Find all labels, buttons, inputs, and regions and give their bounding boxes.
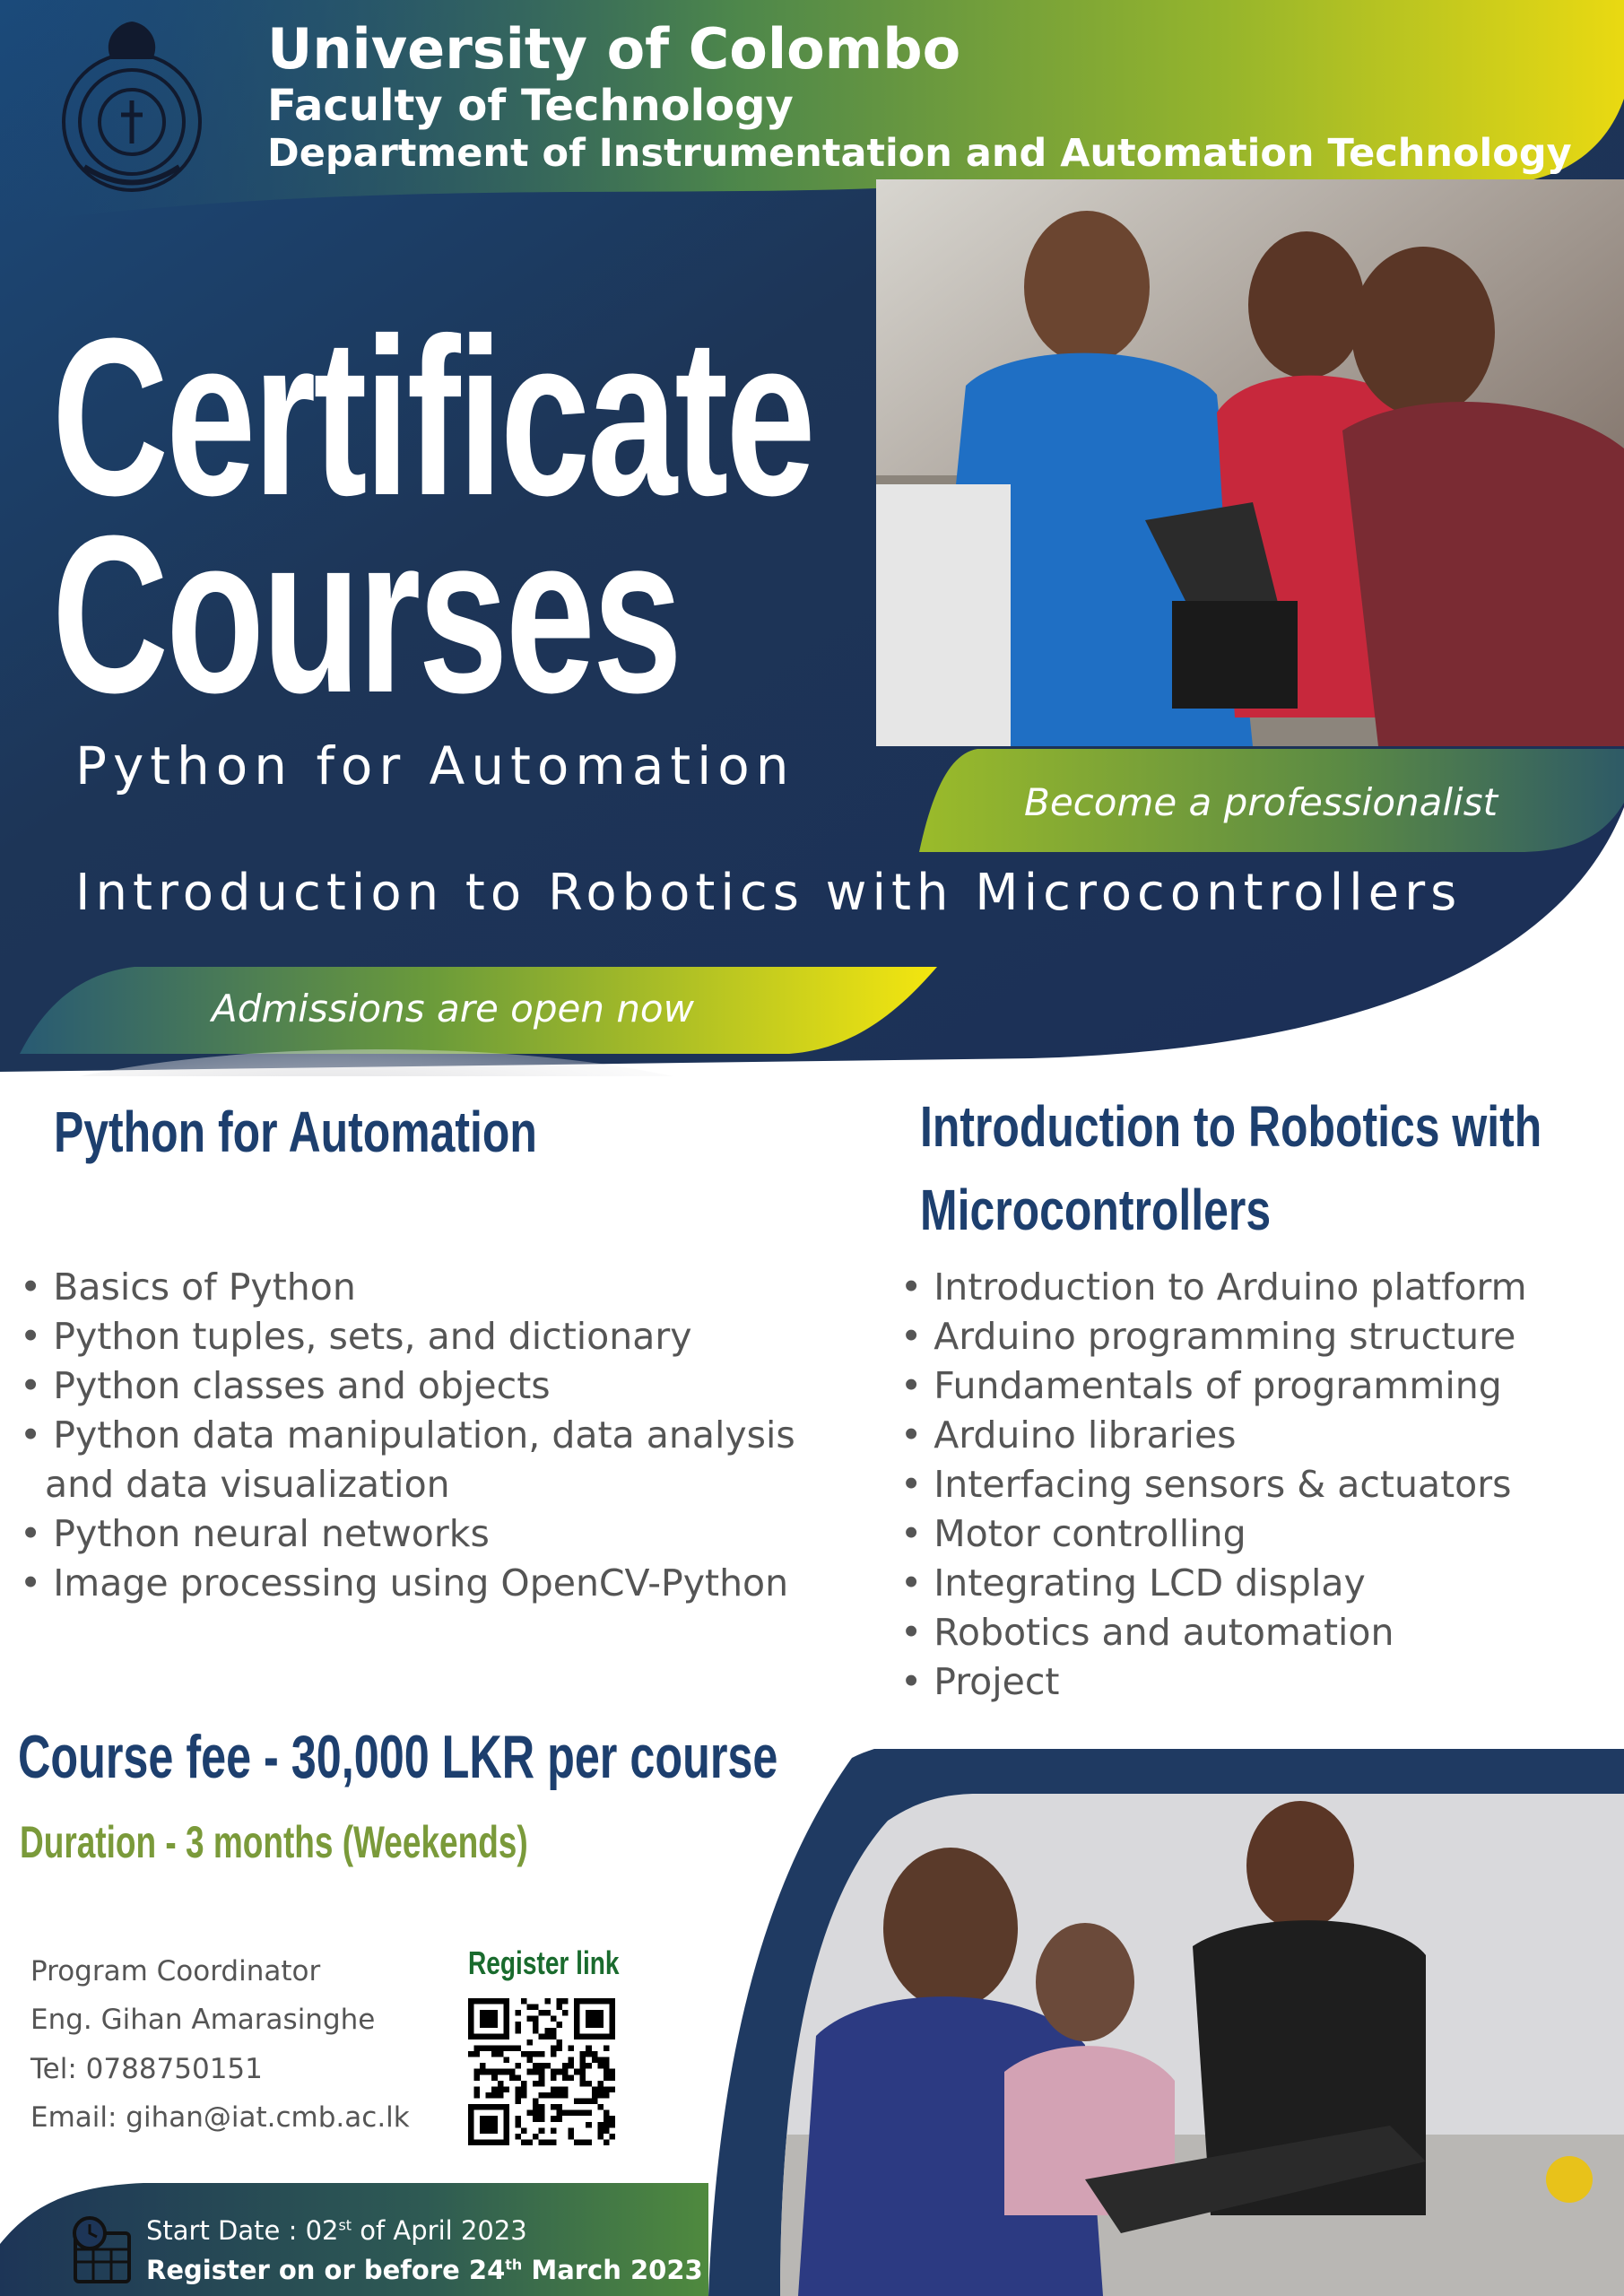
coordinator-label: Program Coordinator — [30, 1955, 321, 1987]
list-item: Basics of Python — [20, 1263, 854, 1312]
calendar-clock-icon — [73, 2216, 131, 2283]
list-item: Robotics and automation — [900, 1608, 1618, 1657]
coordinator-phone[interactable]: Tel: 0788750151 — [30, 2053, 263, 2085]
coordinator-email[interactable]: Email: gihan@iat.cmb.ac.lk — [30, 2101, 410, 2134]
course-duration: Duration - 3 months (Weekends) — [20, 1817, 528, 1867]
course1-topics: Basics of Python Python tuples, sets, an… — [20, 1263, 854, 1608]
course2-title: Introduction to Robotics with Microcontr… — [920, 1085, 1541, 1252]
coordinator-name: Eng. Gihan Amarasinghe — [30, 2004, 376, 2036]
course2-topics: Introduction to Arduino platform Arduino… — [900, 1263, 1618, 1707]
hero-photo — [876, 179, 1624, 746]
faculty-name: Faculty of Technology — [267, 81, 794, 131]
bottom-photo — [708, 1749, 1624, 2296]
list-item: Python data manipulation, data analysis … — [20, 1411, 854, 1509]
list-item: Python neural networks — [20, 1509, 854, 1559]
list-item: Arduino libraries — [900, 1411, 1618, 1460]
university-name: University of Colombo — [267, 16, 961, 82]
list-item: Python tuples, sets, and dictionary — [20, 1312, 854, 1361]
list-item: Introduction to Arduino platform — [900, 1263, 1618, 1312]
course2-title-line2: Microcontrollers — [920, 1177, 1272, 1242]
list-item: Arduino programming structure — [900, 1312, 1618, 1361]
list-item: Interfacing sensors & actuators — [900, 1460, 1618, 1509]
list-item: Image processing using OpenCV-Python — [20, 1559, 854, 1608]
hero-course-1: Python for Automation — [75, 735, 795, 796]
list-item: Project — [900, 1657, 1618, 1707]
hero-course-2: Introduction to Robotics with Microcontr… — [75, 864, 1463, 922]
qr-code-icon[interactable] — [468, 1998, 615, 2145]
list-item: Python classes and objects — [20, 1361, 854, 1411]
university-crest-icon — [62, 22, 202, 192]
course1-title: Python for Automation — [54, 1100, 537, 1164]
list-item: Integrating LCD display — [900, 1559, 1618, 1608]
list-item: Motor controlling — [900, 1509, 1618, 1559]
registration-deadline: Register on or before 24th March 2023 — [146, 2255, 703, 2285]
course-fee: Course fee - 30,000 LKR per course — [18, 1723, 778, 1791]
register-link-label: Register link — [468, 1944, 620, 1981]
tagline: Become a professionalist — [1024, 780, 1498, 824]
start-date: Start Date : 02st of April 2023 — [146, 2215, 527, 2246]
admissions-banner: Admissions are open now — [212, 987, 694, 1031]
department-name: Department of Instrumentation and Automa… — [267, 131, 1572, 176]
hero-title-line2: Courses — [52, 489, 682, 739]
course2-title-line1: Introduction to Robotics with — [920, 1094, 1542, 1159]
list-item: Fundamentals of programming — [900, 1361, 1618, 1411]
